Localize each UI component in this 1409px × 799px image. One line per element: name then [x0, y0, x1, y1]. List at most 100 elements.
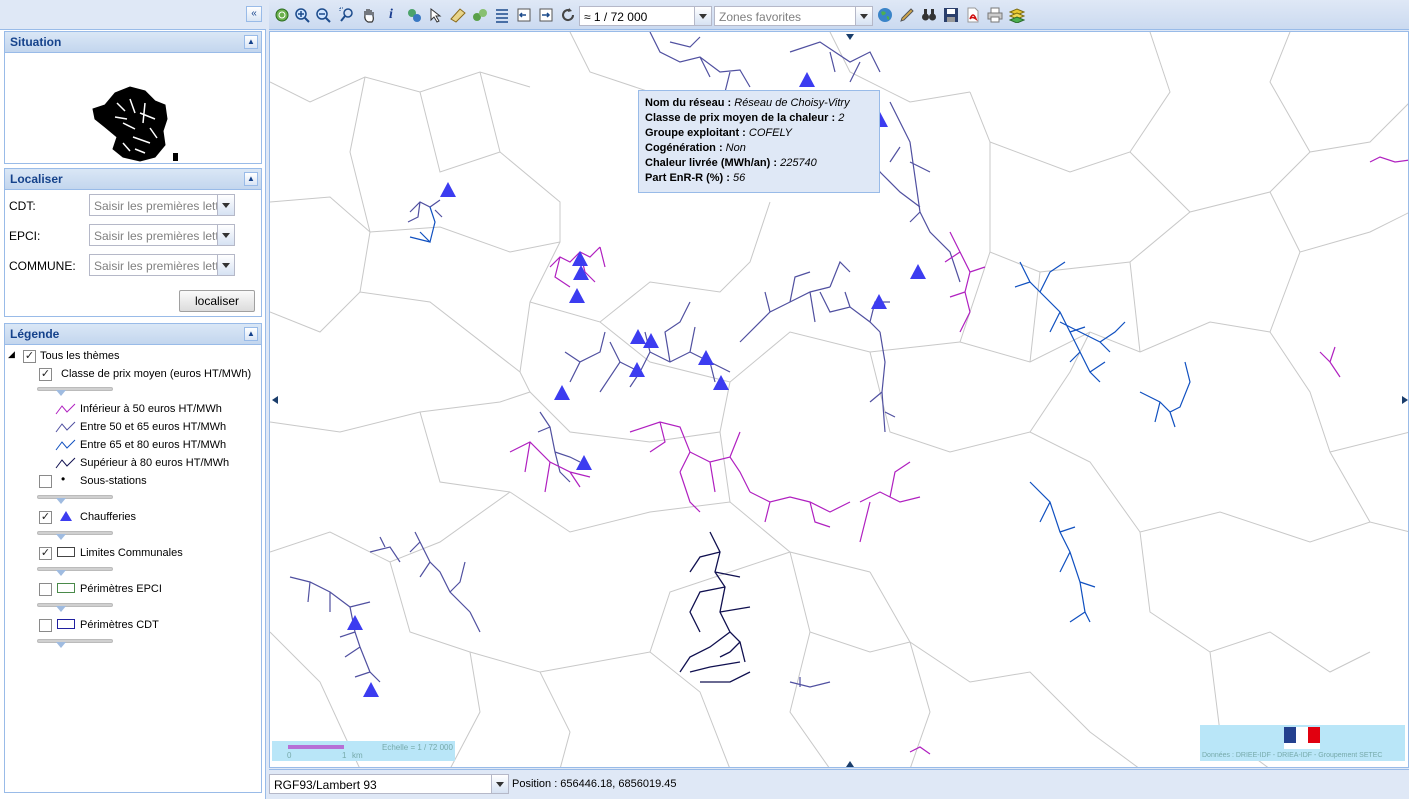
chaufferie-triangle-icon	[60, 511, 72, 521]
cdt-label: CDT:	[9, 199, 36, 213]
pan-east-icon[interactable]	[1402, 396, 1408, 404]
favorites-dropdown-icon[interactable]	[855, 7, 872, 25]
refresh-icon[interactable]	[559, 6, 577, 24]
popup-value: 2	[838, 112, 845, 124]
previous-view-icon[interactable]	[515, 6, 533, 24]
layers-icon[interactable]	[1008, 6, 1026, 24]
cdt-dropdown-icon[interactable]	[217, 195, 234, 215]
popup-row: Chaleur livrée (MWh/an) : 225740	[645, 156, 873, 171]
zoom-out-icon[interactable]	[314, 6, 332, 24]
pan-north-icon[interactable]	[846, 34, 854, 40]
chaufferie-marker[interactable]	[347, 615, 363, 630]
left-panel: « Situation ▲ Localiser ▲ CDT: Saisir le…	[0, 0, 266, 799]
pan-south-icon[interactable]	[846, 761, 854, 767]
layer-sous-stations: • Sous-stations	[5, 472, 261, 491]
situation-header[interactable]: Situation ▲	[4, 31, 262, 53]
legende-header[interactable]: Légende ▲	[4, 323, 262, 345]
credits-box: Données : DRIEE-IDF - DRIEA-IDF - Groupe…	[1200, 725, 1405, 761]
layer-epci-label: Périmètres EPCI	[80, 583, 162, 595]
query-icon[interactable]	[405, 6, 423, 24]
chaufferie-marker[interactable]	[576, 455, 592, 470]
republique-francaise-logo	[1284, 727, 1320, 749]
scale-dropdown-icon[interactable]	[694, 7, 711, 25]
map-toolbar: i ≈ 1 / 72 000 Zones favorites	[269, 0, 1409, 30]
select-icon[interactable]	[427, 6, 445, 24]
chaufferie-marker[interactable]	[554, 385, 570, 400]
chaufferie-marker[interactable]	[573, 265, 589, 280]
commune-combo[interactable]: Saisir les premières lettres	[89, 254, 235, 276]
cdt-combo[interactable]: Saisir les premières lettres	[89, 194, 235, 216]
chaufferie-marker[interactable]	[713, 375, 729, 390]
collapse-localiser-icon[interactable]: ▲	[244, 172, 258, 186]
collapse-panel-button[interactable]: «	[246, 6, 262, 22]
popup-key: Chaleur livrée (MWh/an) :	[645, 157, 781, 169]
layer-chaufferies-opacity-slider[interactable]	[37, 531, 113, 540]
layer-cdt-opacity-slider[interactable]	[37, 639, 113, 648]
chaufferie-marker[interactable]	[629, 362, 645, 377]
price-class-3: Entre 65 et 80 euros HT/MWh	[5, 437, 261, 455]
chaufferie-marker[interactable]	[572, 251, 588, 266]
layer-epci-checkbox[interactable]	[39, 583, 52, 596]
scale-tick-0: 0	[287, 751, 292, 760]
commune-dropdown-icon[interactable]	[217, 255, 234, 275]
france-overview-map[interactable]	[5, 53, 261, 163]
measure-area-icon[interactable]	[449, 6, 467, 24]
price-class-4: Supérieur à 80 euros HT/MWh	[5, 455, 261, 473]
zoom-in-icon[interactable]	[293, 6, 311, 24]
chaufferie-marker[interactable]	[363, 682, 379, 697]
layer-epci-opacity-slider[interactable]	[37, 603, 113, 612]
popup-key: Classe de prix moyen de la chaleur :	[645, 112, 839, 124]
popup-row: Classe de prix moyen de la chaleur : 2	[645, 111, 873, 126]
projection-dropdown-icon[interactable]	[491, 775, 508, 793]
epci-placeholder: Saisir les premières lettres	[94, 229, 218, 243]
layer-prix-opacity-slider[interactable]	[37, 387, 113, 396]
layer-sous-stations-checkbox[interactable]	[39, 475, 52, 488]
list-icon[interactable]	[493, 6, 511, 24]
chaufferie-marker[interactable]	[440, 182, 456, 197]
epci-dropdown-icon[interactable]	[217, 225, 234, 245]
popup-row: Nom du réseau : Réseau de Choisy-Vitry	[645, 96, 873, 111]
layer-cdt-checkbox[interactable]	[39, 619, 52, 632]
pan-hand-icon[interactable]	[360, 6, 378, 24]
commune-placeholder: Saisir les premières lettres	[94, 259, 218, 273]
zoom-box-icon[interactable]	[338, 6, 356, 24]
pencil-icon[interactable]	[898, 6, 916, 24]
scale-select[interactable]: ≈ 1 / 72 000	[579, 6, 712, 26]
price-class-2: Entre 50 et 65 euros HT/MWh	[5, 419, 261, 437]
collapse-legende-icon[interactable]: ▲	[244, 327, 258, 341]
price-class-1: Inférieur à 50 euros HT/MWh	[5, 401, 261, 419]
chaufferie-marker[interactable]	[799, 72, 815, 87]
localiser-title: Localiser	[10, 172, 63, 186]
favorites-select[interactable]: Zones favorites	[714, 6, 873, 26]
chaufferie-marker[interactable]	[910, 264, 926, 279]
pdf-icon[interactable]	[964, 6, 982, 24]
collapse-situation-icon[interactable]: ▲	[244, 35, 258, 49]
chaufferie-marker[interactable]	[630, 329, 646, 344]
info-icon[interactable]: i	[382, 6, 400, 24]
localiser-button[interactable]: localiser	[179, 290, 255, 312]
commune-label: COMMUNE:	[9, 259, 76, 273]
print-icon[interactable]	[986, 6, 1004, 24]
save-icon[interactable]	[942, 6, 960, 24]
layer-limites-opacity-slider[interactable]	[37, 567, 113, 576]
measure-line-icon[interactable]	[471, 6, 489, 24]
localiser-header[interactable]: Localiser ▲	[4, 168, 262, 190]
chaufferie-marker[interactable]	[569, 288, 585, 303]
price-class-2-symbol	[55, 421, 76, 433]
epci-combo[interactable]: Saisir les premières lettres	[89, 224, 235, 246]
next-view-icon[interactable]	[537, 6, 555, 24]
limites-symbol	[57, 547, 75, 557]
binoculars-icon[interactable]	[920, 6, 938, 24]
layer-limites-checkbox[interactable]: ✓	[39, 547, 52, 560]
projection-select[interactable]: RGF93/Lambert 93	[269, 774, 509, 794]
map-canvas[interactable]: Nom du réseau : Réseau de Choisy-Vitry Cl…	[269, 31, 1409, 768]
root-checkbox[interactable]: ✓	[23, 350, 36, 363]
layer-sous-stations-opacity-slider[interactable]	[37, 495, 113, 504]
pan-west-icon[interactable]	[272, 396, 278, 404]
layer-prix-checkbox[interactable]: ✓	[39, 368, 52, 381]
globe-icon[interactable]	[876, 6, 894, 24]
tree-collapse-icon[interactable]: ◢	[8, 349, 15, 360]
price-class-4-symbol	[55, 457, 76, 469]
layer-chaufferies-checkbox[interactable]: ✓	[39, 511, 52, 524]
zoom-extent-icon[interactable]	[273, 6, 291, 24]
